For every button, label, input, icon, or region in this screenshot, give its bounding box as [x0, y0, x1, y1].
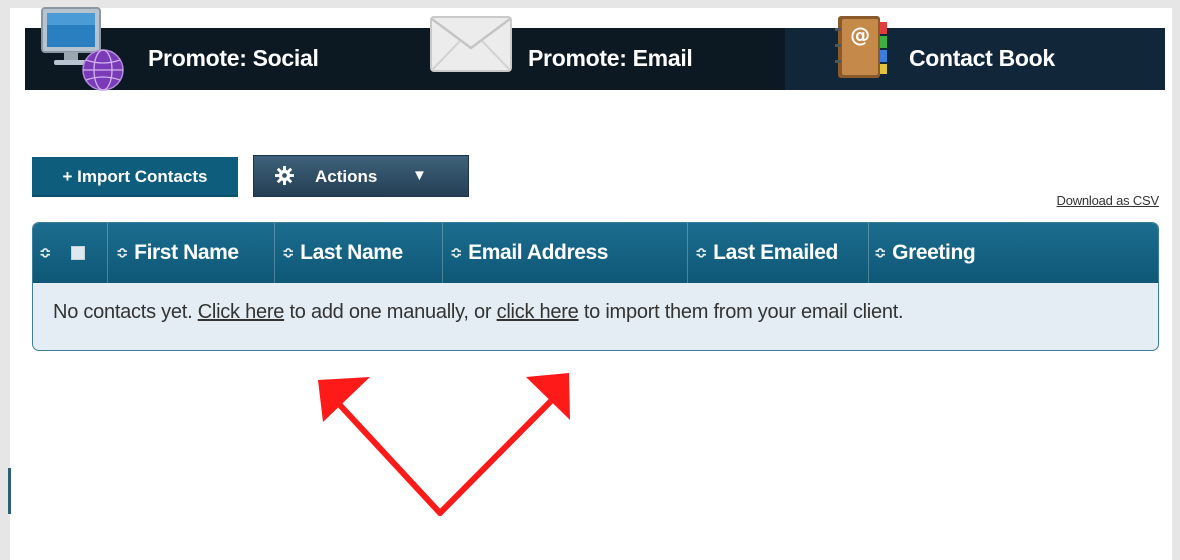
arrow-left-head	[318, 377, 370, 422]
tab-promote-social[interactable]: Promote: Social	[25, 7, 405, 91]
sort-icon: ≎	[116, 245, 129, 262]
top-nav: Promote: Social Promote: Email @ Contact…	[25, 7, 1165, 91]
arrow-left-shaft	[335, 400, 443, 516]
address-book-icon: @	[835, 16, 887, 78]
column-label: First Name	[134, 241, 239, 264]
add-manually-link[interactable]: Click here	[198, 301, 285, 323]
tab-promote-email[interactable]: Promote: Email	[405, 16, 785, 90]
arrow-right-head	[526, 373, 570, 420]
column-header-greeting[interactable]: ≎ Greeting	[869, 223, 1158, 283]
sort-icon: ≎	[874, 245, 887, 262]
select-all-column[interactable]: ≎	[33, 223, 108, 283]
arrow-right-shaft	[437, 397, 555, 516]
svg-text:@: @	[850, 23, 870, 47]
tab-label: Promote: Email	[528, 45, 693, 71]
empty-prefix: No contacts yet.	[53, 301, 193, 323]
column-label: Greeting	[892, 241, 976, 264]
actions-dropdown-button[interactable]: Actions ▼	[253, 155, 469, 197]
column-header-last-name[interactable]: ≎ Last Name	[275, 223, 443, 283]
sort-icon: ≎	[450, 245, 463, 262]
globe-monitor-icon	[41, 7, 124, 91]
actions-label: Actions	[315, 167, 378, 186]
sort-icon: ≎	[695, 245, 708, 262]
column-label: Email Address	[468, 241, 609, 264]
column-header-first-name[interactable]: ≎ First Name	[108, 223, 275, 283]
import-from-client-link[interactable]: click here	[497, 301, 579, 323]
empty-suffix: to import them from your email client.	[583, 301, 904, 323]
select-all-checkbox[interactable]	[71, 246, 86, 260]
column-label: Last Name	[300, 241, 403, 264]
column-header-email-address[interactable]: ≎ Email Address	[443, 223, 688, 283]
column-header-last-emailed[interactable]: ≎ Last Emailed	[688, 223, 869, 283]
tab-label: Contact Book	[909, 45, 1055, 71]
import-contacts-button[interactable]: + Import Contacts	[32, 157, 238, 197]
tab-contact-book[interactable]: @ Contact Book	[785, 16, 1165, 90]
sort-icon: ≎	[39, 245, 52, 262]
sort-icon: ≎	[282, 245, 295, 262]
annotation-arrows	[318, 373, 570, 516]
empty-state-message: No contacts yet. Click here to add one m…	[53, 301, 904, 324]
download-csv-link[interactable]: Download as CSV	[1057, 193, 1160, 208]
empty-middle: to add one manually, or	[289, 301, 492, 323]
column-label: Last Emailed	[713, 241, 838, 264]
tab-label: Promote: Social	[148, 45, 319, 71]
chevron-down-icon: ▼	[412, 167, 427, 184]
contacts-table: ≎ ≎ First Name ≎ Last Name ≎ Email Addre…	[32, 222, 1159, 351]
left-edge-marker	[8, 468, 11, 514]
gear-icon	[275, 166, 294, 185]
envelope-icon	[430, 16, 512, 72]
table-header: ≎ ≎ First Name ≎ Last Name ≎ Email Addre…	[33, 223, 1158, 283]
